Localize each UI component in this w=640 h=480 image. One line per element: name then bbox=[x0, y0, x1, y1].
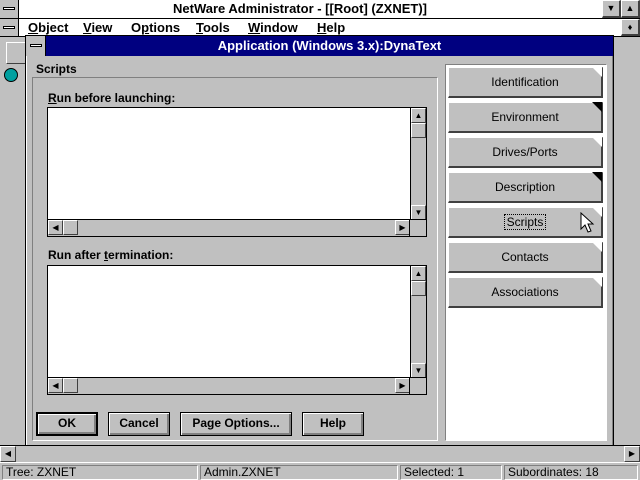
arrow-right-icon[interactable]: ▶ bbox=[395, 220, 410, 235]
page-identification-button[interactable]: Identification bbox=[448, 67, 603, 98]
arrow-right-icon[interactable]: ▶ bbox=[395, 378, 410, 393]
scroll-corner bbox=[409, 377, 426, 394]
main-title-bar: NetWare Administrator - [[Root] (ZXNET)]… bbox=[0, 0, 640, 19]
help-button[interactable]: Help bbox=[302, 412, 364, 436]
arrow-left-icon[interactable]: ◀ bbox=[48, 378, 63, 393]
mouse-pointer-icon bbox=[580, 212, 595, 233]
dialog-title: Application (Windows 3.x):DynaText bbox=[217, 38, 442, 53]
page-options-button[interactable]: Page Options... bbox=[180, 412, 292, 436]
page-associations-button[interactable]: Associations bbox=[448, 277, 603, 308]
status-selected: Selected: 1 bbox=[400, 465, 502, 480]
status-subordinates: Subordinates: 18 bbox=[504, 465, 638, 480]
cancel-button[interactable]: Cancel bbox=[108, 412, 170, 436]
scroll-thumb[interactable] bbox=[63, 378, 78, 393]
menu-help[interactable]: Help bbox=[317, 20, 345, 35]
run-after-vscroll[interactable]: ▲ ▼ bbox=[410, 266, 426, 378]
application-dialog: Application (Windows 3.x):DynaText Scrip… bbox=[25, 35, 614, 447]
arrow-left-icon[interactable]: ◀ bbox=[0, 446, 16, 462]
desktop: NetWare Administrator - [[Root] (ZXNET)]… bbox=[0, 0, 640, 480]
dialog-title-bar: Application (Windows 3.x):DynaText bbox=[26, 36, 613, 56]
run-after-label: Run after termination: bbox=[48, 248, 174, 262]
menu-view[interactable]: View bbox=[83, 20, 112, 35]
main-hscroll[interactable]: ◀ ▶ bbox=[0, 445, 640, 462]
arrow-up-icon[interactable]: ▲ bbox=[411, 108, 426, 123]
status-user: Admin.ZXNET bbox=[200, 465, 398, 480]
menu-object[interactable]: Object bbox=[28, 20, 68, 35]
scroll-thumb[interactable] bbox=[411, 281, 426, 296]
status-bar: Tree: ZXNET Admin.ZXNET Selected: 1 Subo… bbox=[0, 462, 640, 480]
status-tree: Tree: ZXNET bbox=[2, 465, 198, 480]
run-after-hscroll[interactable]: ◀ ▶ bbox=[48, 377, 410, 394]
window-title: NetWare Administrator - [[Root] (ZXNET)] bbox=[173, 1, 427, 16]
restore-icon[interactable]: ♦ bbox=[621, 19, 640, 36]
run-after-textarea[interactable]: ▲ ▼ ◀ ▶ bbox=[47, 265, 427, 395]
scroll-corner bbox=[409, 219, 426, 236]
dialog-system-menu-icon[interactable] bbox=[26, 36, 46, 56]
menu-options[interactable]: Options bbox=[131, 20, 180, 35]
section-label: Scripts bbox=[36, 62, 77, 76]
page-button-panel: Identification Environment Drives/Ports … bbox=[445, 64, 607, 441]
page-contacts-button[interactable]: Contacts bbox=[448, 242, 603, 273]
page-environment-button[interactable]: Environment bbox=[448, 102, 603, 133]
page-description-button[interactable]: Description bbox=[448, 172, 603, 203]
menu-tools[interactable]: Tools bbox=[196, 20, 230, 35]
arrow-up-icon[interactable]: ▲ bbox=[411, 266, 426, 281]
scroll-thumb[interactable] bbox=[411, 123, 426, 138]
tree-root-icon[interactable] bbox=[4, 68, 18, 82]
arrow-left-icon[interactable]: ◀ bbox=[48, 220, 63, 235]
ok-button[interactable]: OK bbox=[36, 412, 98, 436]
maximize-icon[interactable]: ▲ bbox=[621, 0, 640, 18]
minimize-icon[interactable]: ▼ bbox=[602, 0, 621, 18]
run-before-label: Run before launching: bbox=[48, 91, 176, 105]
scroll-thumb[interactable] bbox=[63, 220, 78, 235]
run-before-vscroll[interactable]: ▲ ▼ bbox=[410, 108, 426, 220]
page-drives-ports-button[interactable]: Drives/Ports bbox=[448, 137, 603, 168]
run-before-textarea[interactable]: ▲ ▼ ◀ ▶ bbox=[47, 107, 427, 237]
arrow-right-icon[interactable]: ▶ bbox=[624, 446, 640, 462]
child-system-menu-icon[interactable] bbox=[0, 19, 19, 36]
run-before-hscroll[interactable]: ◀ ▶ bbox=[48, 219, 410, 236]
menu-window[interactable]: Window bbox=[248, 20, 298, 35]
arrow-down-icon[interactable]: ▼ bbox=[411, 363, 426, 378]
arrow-down-icon[interactable]: ▼ bbox=[411, 205, 426, 220]
